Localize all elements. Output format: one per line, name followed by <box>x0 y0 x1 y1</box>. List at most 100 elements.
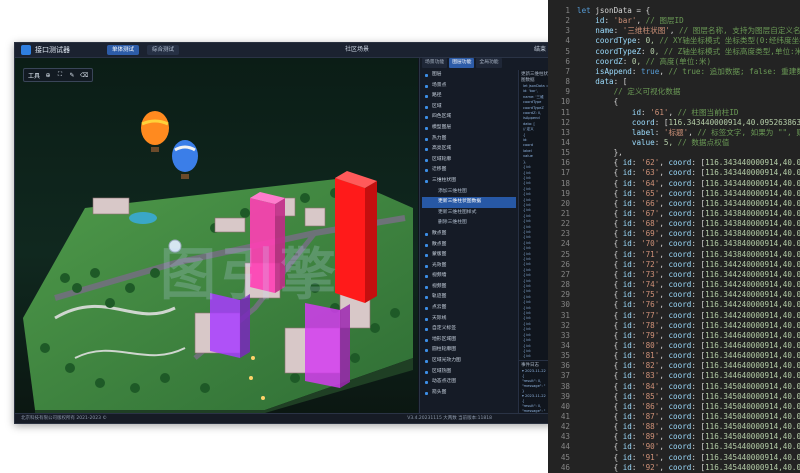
tree-item[interactable]: 散点图 <box>422 240 516 251</box>
tree-item[interactable]: 三维柱状图 <box>422 176 516 187</box>
tree-item[interactable]: 点云图 <box>422 303 516 314</box>
tab-integrated-test[interactable]: 综合测试 <box>147 45 180 55</box>
tree-subitem[interactable]: 更新三维柱图样式 <box>422 208 516 219</box>
tree-item-label: 删除三维柱图 <box>438 220 467 226</box>
hot-air-balloon-icon <box>141 111 169 152</box>
app-title: 接口测试器 <box>35 46 70 54</box>
tree-item[interactable]: 光效图 <box>422 261 516 272</box>
tab-layer-functions[interactable]: 图层功能 <box>449 58 475 68</box>
tree-item-label: 区域热图 <box>432 368 452 374</box>
folder-icon <box>425 296 428 300</box>
tree-item[interactable]: 动态点迁图 <box>422 377 516 388</box>
tool-bar: 工具 ⊕ ⛶ ✎ ⌫ <box>23 68 94 82</box>
tab-single-test[interactable]: 单体测试 <box>107 45 140 55</box>
tree-item-label: 散点图 <box>432 241 447 247</box>
tree-item-label: 模型图层 <box>432 124 452 130</box>
tree-item[interactable]: 视频墙 <box>422 271 516 282</box>
tree-item[interactable]: 热力图 <box>422 134 516 145</box>
tree-item-label: 添加三维柱图 <box>438 188 467 194</box>
tree-item-label: 点云图 <box>432 305 447 311</box>
tree-item[interactable]: 天际线 <box>422 314 516 325</box>
tree-item-label: 地形区域图 <box>432 336 456 342</box>
bar-3d-magenta <box>305 303 350 388</box>
target-icon[interactable]: ⊕ <box>44 72 52 79</box>
end-button[interactable]: 结束 <box>534 44 546 56</box>
folder-icon <box>425 116 428 120</box>
pond <box>129 212 157 224</box>
tree-item[interactable]: 地形区域图 <box>422 335 516 346</box>
folder-icon <box>425 307 428 311</box>
tree-item-label: 视频图 <box>432 283 447 289</box>
tree-item-label: 散点图 <box>432 230 447 236</box>
folder-icon <box>425 232 428 236</box>
tree-item[interactable]: 区域热图 <box>422 367 516 378</box>
folder-icon <box>425 126 428 130</box>
tree-item[interactable]: 路径 <box>422 91 516 102</box>
tree-item[interactable]: 区域轮廓 <box>422 155 516 166</box>
tree-item[interactable]: 自定义标签 <box>422 324 516 335</box>
tree-item[interactable]: 四色区域 <box>422 112 516 123</box>
tab-global-functions[interactable]: 全局功能 <box>476 58 502 68</box>
folder-icon <box>425 328 428 332</box>
tree-item-label: 视频墙 <box>432 273 447 279</box>
folder-icon <box>425 179 428 183</box>
tree-item-label: 圆柱轮廓图 <box>432 347 456 353</box>
tree-subitem[interactable]: 添加三维柱图 <box>422 187 516 198</box>
folder-icon <box>425 370 428 374</box>
folder-icon <box>425 349 428 353</box>
tab-scene-functions[interactable]: 场景功能 <box>422 58 448 68</box>
tree-item-label: 轨迹图 <box>432 294 447 300</box>
title-bar: 接口测试器 单体测试 综合测试 社区场景 结束 <box>15 43 552 58</box>
folder-icon <box>425 360 428 364</box>
tree-item-label: 箭头图 <box>432 389 447 395</box>
code-editor[interactable]: 1 let jsonData = {2 id: 'bar', // 图层ID 3 n… <box>548 0 800 473</box>
folder-icon <box>425 137 428 141</box>
tree-item[interactable]: 圆柱轮廓图 <box>422 345 516 356</box>
folder-icon <box>425 148 428 152</box>
watermark: 图引擎 <box>160 243 340 308</box>
tool-label: 工具 <box>28 72 41 80</box>
tree-item-label: 图层 <box>432 72 442 77</box>
line-text: { id: '92', coord: [116.345440000914,40.… <box>577 462 800 472</box>
tree-item-label: 区域 <box>432 103 442 109</box>
fullscreen-icon[interactable]: ⛶ <box>56 71 64 79</box>
pen-icon[interactable]: ✎ <box>68 72 76 79</box>
folder-icon <box>425 74 428 77</box>
tree-item-label: 四色区域 <box>432 114 452 120</box>
tree-item[interactable]: 迁移图 <box>422 165 516 176</box>
folder-icon <box>425 243 428 247</box>
tree-item[interactable]: 散点图 <box>422 229 516 240</box>
folder-icon <box>425 254 428 258</box>
right-panel: 场景功能 图层功能 全局功能 图层场景点 路径 区域四色区域模型图层热力图高亮区域区… <box>419 58 552 413</box>
tree-item[interactable]: 轨迹图 <box>422 292 516 303</box>
tree-item[interactable]: 高亮区域 <box>422 144 516 155</box>
tree-item[interactable]: 区域 <box>422 102 516 113</box>
folder-icon <box>425 158 428 162</box>
function-tree: 图层场景点 路径 区域四色区域模型图层热力图高亮区域区域轮廓 迁移图三维柱状图 添加三维… <box>422 70 516 398</box>
tree-item-label: 蒙版图 <box>432 252 447 258</box>
folder-icon <box>425 95 428 99</box>
tree-item-label: 迁移图 <box>432 167 447 173</box>
tree-item[interactable]: 图层 <box>422 70 516 81</box>
panel-tabs: 场景功能 图层功能 全局功能 <box>420 58 552 68</box>
tree-item[interactable]: 区域光效力图 <box>422 356 516 367</box>
folder-icon <box>425 381 428 385</box>
tree-item[interactable]: 蒙版图 <box>422 250 516 261</box>
tree-item[interactable]: 场景点 <box>422 81 516 92</box>
tree-subitem[interactable]: 更新三维柱状图数据 <box>422 197 516 208</box>
folder-icon <box>425 275 428 279</box>
folder-icon <box>425 264 428 268</box>
tree-item[interactable]: 模型图层 <box>422 123 516 134</box>
tree-item-label: 更新三维柱图样式 <box>438 209 477 215</box>
tree-subitem[interactable]: 删除三维柱图 <box>422 218 516 229</box>
tree-item[interactable]: 视频图 <box>422 282 516 293</box>
folder-icon <box>425 391 428 395</box>
eraser-icon[interactable]: ⌫ <box>80 72 88 79</box>
folder-icon <box>425 169 428 173</box>
tree-item-label: 高亮区域 <box>432 146 452 152</box>
tree-item-label: 动态点迁图 <box>432 379 456 385</box>
folder-icon <box>425 317 428 321</box>
folder-icon <box>425 105 428 109</box>
tree-item-label: 热力图 <box>432 135 447 141</box>
tree-item[interactable]: 箭头图 <box>422 388 516 399</box>
